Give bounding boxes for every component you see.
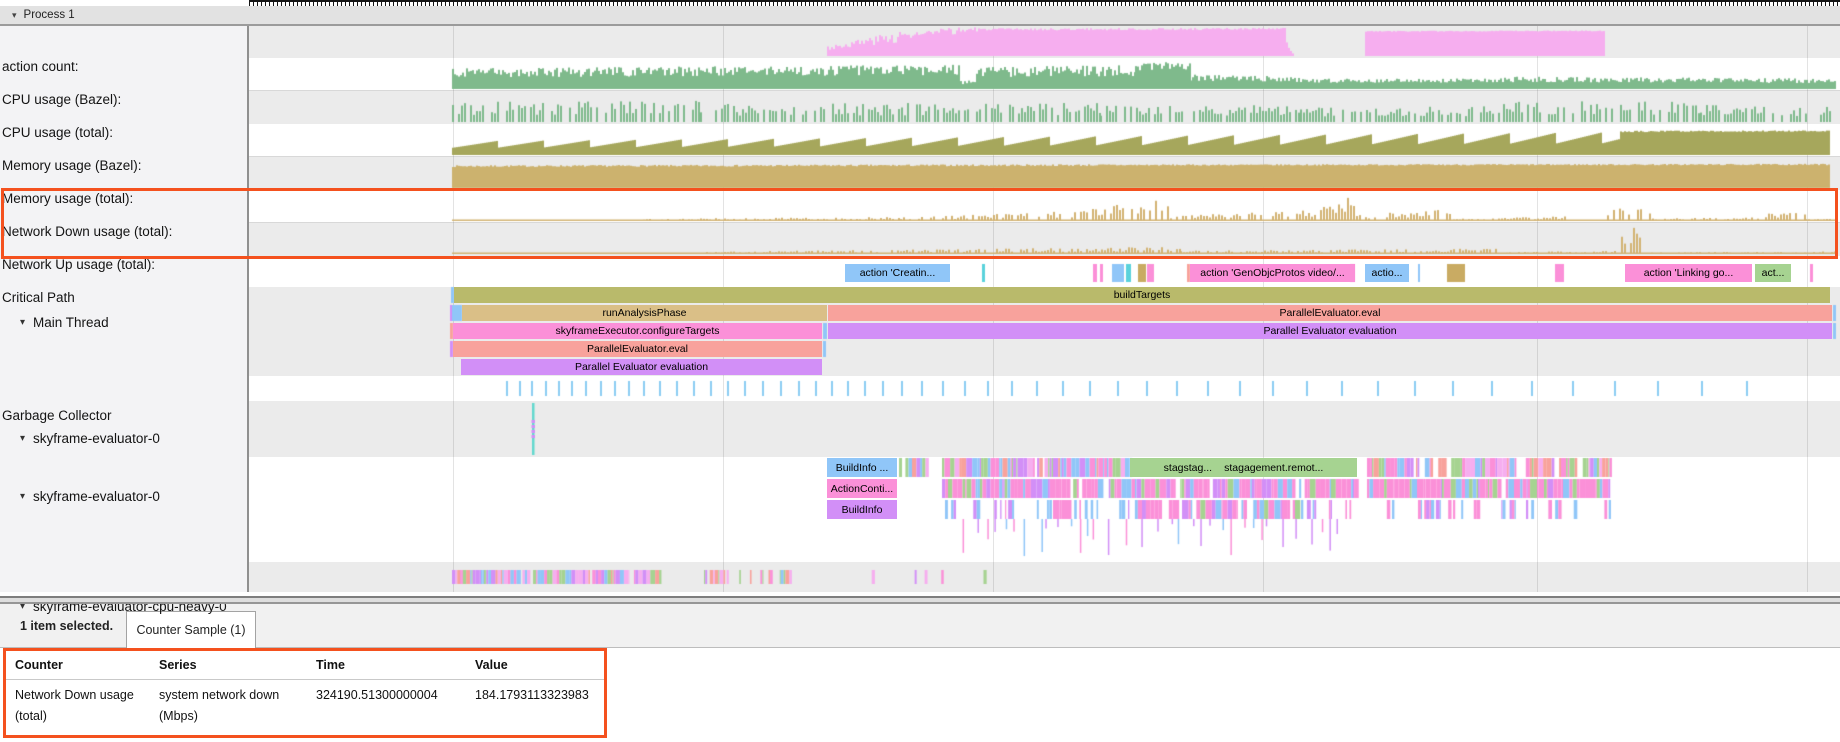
slice-label: BuildInfo ... (836, 462, 889, 474)
slice-label: ParallelEvaluator.eval (1280, 307, 1381, 319)
trace-slice[interactable]: action 'Creatin... (845, 264, 950, 282)
trace-slice[interactable]: BuildInfo (827, 500, 897, 519)
track-label: Network Up usage (total): (2, 257, 155, 272)
slice-label: action 'GenObjcProtos video/... (1200, 267, 1344, 279)
sidebar-row-skyframe-evaluator-0[interactable]: ▾ skyframe-evaluator-0 (0, 481, 245, 511)
collapse-triangle-icon[interactable]: ▾ (12, 10, 17, 21)
sidebar-row-network-up-usage-total: Network Up usage (total): (0, 249, 245, 279)
process-title: Process 1 (24, 9, 75, 21)
trace-slice[interactable]: action 'Linking go... (1625, 264, 1752, 282)
track-label: action count: (2, 59, 79, 74)
trace-slice[interactable]: action 'GenObjcProtos video/... (1190, 264, 1355, 282)
track-label: skyframe-evaluator-0 (33, 489, 160, 504)
trace-slice[interactable]: ParallelEvaluator.eval (453, 341, 822, 357)
slice-label: stagstag... (1164, 462, 1212, 474)
trace-slice[interactable]: Parallel Evaluator evaluation (828, 323, 1832, 339)
counter-sample-table: Counter Series Time Value Network Down u… (0, 648, 1840, 742)
slice-label: buildTargets (1114, 289, 1171, 301)
track-label: Main Thread (33, 315, 109, 330)
cell-value: 184.1793113323983 (475, 688, 589, 702)
collapse-triangle-icon[interactable]: ▾ (20, 317, 25, 328)
detail-tab-bar: 1 item selected. Counter Sample (1) (0, 604, 1840, 648)
slice-label: Parallel Evaluator evaluation (1263, 325, 1396, 337)
column-header-value: Value (475, 658, 508, 672)
sidebar-row-cpu-usage-total: CPU usage (total): (0, 117, 245, 147)
trace-slice[interactable]: act... (1755, 264, 1791, 282)
track-label: skyframe-evaluator-0 (33, 431, 160, 446)
cell-series-line2: (Mbps) (159, 709, 198, 723)
cell-series-line1: system network down (159, 688, 279, 702)
trace-slice[interactable]: BuildInfo ... (827, 458, 897, 477)
slice-label: act... (1762, 267, 1785, 279)
slice-label: actio... (1372, 267, 1403, 279)
sidebar-row-skyframe-evaluator-0[interactable]: ▾ skyframe-evaluator-0 (0, 423, 245, 453)
header-divider (3, 679, 604, 680)
trace-viewer: action 'Creatin... action 'GenObjcProtos … (0, 0, 1840, 742)
track-label: Critical Path (2, 290, 75, 305)
slice-label: runAnalysisPhase (602, 307, 686, 319)
sidebar-row-action-count: action count: (0, 51, 245, 81)
trace-slice[interactable]: Parallel Evaluator evaluation (461, 359, 822, 375)
slice-label: ParallelEvaluator.eval (587, 343, 688, 355)
sidebar-row-cpu-usage-bazel: CPU usage (Bazel): (0, 84, 245, 114)
sidebar-row-main-thread[interactable]: ▾ Main Thread (0, 307, 245, 337)
slice-label: ActionConti... (831, 483, 893, 495)
trace-slice[interactable]: stagstag... stagagement.remot... (1130, 458, 1357, 477)
timeline-area[interactable]: action 'Creatin... action 'GenObjcProtos … (249, 0, 1840, 592)
cell-counter-line1: Network Down usage (15, 688, 134, 702)
panel-splitter[interactable] (0, 592, 1840, 604)
track-label: Garbage Collector (2, 408, 112, 423)
sidebar-row-network-down-usage-total: Network Down usage (total): (0, 216, 245, 246)
slice-label: action 'Linking go... (1644, 267, 1734, 279)
collapse-triangle-icon[interactable]: ▾ (20, 491, 25, 502)
trace-slice[interactable]: skyframeExecutor.configureTargets (453, 323, 822, 339)
slice-label: Parallel Evaluator evaluation (575, 361, 708, 373)
track-label: CPU usage (total): (2, 125, 113, 140)
sidebar-row-memory-usage-total: Memory usage (total): (0, 183, 245, 213)
slice-label: action 'Creatin... (860, 267, 936, 279)
slice-label: BuildInfo (842, 504, 883, 516)
column-header-time: Time (316, 658, 345, 672)
collapse-triangle-icon[interactable]: ▾ (20, 433, 25, 444)
slice-label: skyframeExecutor.configureTargets (556, 325, 720, 337)
column-header-counter: Counter (15, 658, 63, 672)
sidebar-row-memory-usage-bazel: Memory usage (Bazel): (0, 150, 245, 180)
track-label: Network Down usage (total): (2, 224, 172, 239)
column-header-series: Series (159, 658, 197, 672)
cell-counter-line2: (total) (15, 709, 47, 723)
process-header[interactable]: ▾ Process 1 (0, 6, 1840, 26)
track-sidebar: action count: CPU usage (Bazel): CPU usage… (0, 26, 249, 592)
track-label: Memory usage (total): (2, 191, 133, 206)
trace-slice[interactable]: ActionConti... (827, 479, 897, 498)
slice-label: stagagement.remot... (1224, 462, 1323, 474)
cell-time: 324190.51300000004 (316, 688, 438, 702)
trace-slice[interactable]: ParallelEvaluator.eval (828, 305, 1832, 321)
trace-slice[interactable]: actio... (1365, 264, 1409, 282)
track-label: Memory usage (Bazel): (2, 158, 142, 173)
trace-slice[interactable]: buildTargets (454, 287, 1830, 303)
track-label: CPU usage (Bazel): (2, 92, 121, 107)
trace-slice[interactable]: runAnalysisPhase (462, 305, 827, 321)
splitter-line (0, 602, 1840, 604)
